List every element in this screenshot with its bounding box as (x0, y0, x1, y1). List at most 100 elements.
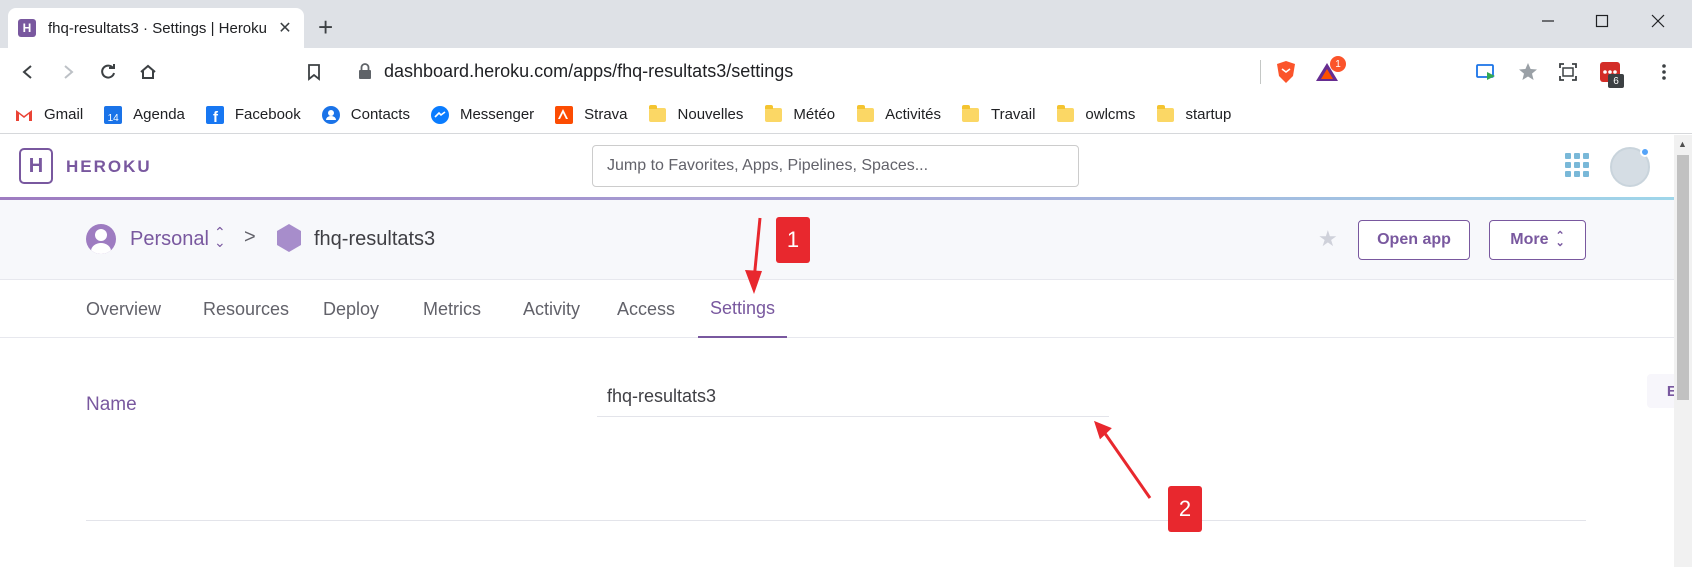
breadcrumb-app-name: fhq-resultats3 (314, 228, 436, 250)
back-icon[interactable] (14, 58, 42, 86)
chevron-updown-icon: ⌃ ⌄ (1555, 230, 1565, 249)
tab-activity[interactable]: Activity (523, 280, 580, 338)
url-text: dashboard.heroku.com/apps/fhq-resultats3… (384, 61, 794, 81)
browser-menu-icon[interactable] (1650, 58, 1678, 86)
bookmark-agenda[interactable]: 14 Agenda (103, 105, 185, 125)
heroku-logo-icon[interactable]: H (19, 148, 53, 184)
extension-badge: 6 (1608, 74, 1624, 88)
bookmark-label: Agenda (133, 106, 185, 123)
tab-close-icon[interactable]: ✕ (276, 18, 294, 38)
section-divider (86, 520, 1586, 521)
strava-icon (554, 105, 574, 125)
reload-icon[interactable] (94, 58, 122, 86)
bookmark-strava[interactable]: Strava (554, 105, 628, 125)
more-button[interactable]: More ⌃ ⌄ (1489, 220, 1586, 260)
edit-name-button[interactable]: Edit (1647, 374, 1674, 408)
favorite-star-icon[interactable]: ★ (1318, 226, 1338, 252)
heroku-wordmark[interactable]: HEROKU (66, 157, 152, 177)
annotation-callout-2: 2 (1168, 486, 1202, 532)
bookmark-owlcms[interactable]: owlcms (1055, 104, 1136, 125)
bookmark-label: startup (1185, 106, 1232, 123)
bookmark-label: Travail (990, 106, 1036, 123)
scroll-thumb[interactable] (1677, 155, 1689, 400)
bookmarks-bar: Gmail 14 Agenda f Facebook Contacts Messenger S… (0, 96, 1692, 134)
folder-icon (855, 104, 875, 125)
star-bookmark-icon[interactable] (1514, 58, 1542, 86)
app-tabs: Overview Resources Deploy Metrics Activity Ac… (0, 280, 1674, 338)
breadcrumb-separator: > (244, 226, 256, 248)
rewards-badge: 1 (1330, 56, 1346, 72)
messenger-icon (430, 105, 450, 125)
breadcrumb-team[interactable]: Personal (130, 228, 209, 251)
heroku-favicon-icon: H (18, 19, 36, 37)
cast-extension-icon[interactable] (1472, 58, 1500, 86)
forward-icon[interactable] (54, 58, 82, 86)
browser-toolbar: dashboard.heroku.com/apps/fhq-resultats3… (0, 48, 1692, 96)
bookmark-label: Activités (885, 106, 941, 123)
bookmark-startup[interactable]: startup (1155, 104, 1232, 125)
window-close-icon[interactable] (1640, 8, 1676, 34)
tab-title: fhq-resultats3 · Settings | Heroku (48, 19, 267, 37)
maximize-icon[interactable] (1584, 8, 1620, 34)
browser-tab[interactable]: H fhq-resultats3 · Settings | Heroku ✕ (8, 8, 304, 48)
tab-overview[interactable]: Overview (86, 280, 161, 338)
bookmark-messenger[interactable]: Messenger (430, 105, 534, 125)
jump-search-input[interactable] (592, 145, 1079, 187)
folder-icon (763, 104, 783, 125)
bookmark-contacts[interactable]: Contacts (321, 105, 410, 125)
bookmark-label: Strava (584, 106, 628, 123)
lock-icon (356, 62, 374, 80)
bookmark-travail[interactable]: Travail (961, 104, 1036, 125)
gmail-icon (14, 105, 34, 125)
apps-grid-icon[interactable] (1565, 153, 1589, 177)
calendar-icon: 14 (103, 105, 123, 125)
bookmark-meteo[interactable]: Météo (763, 104, 836, 125)
annotation-callout-1: 1 (776, 217, 810, 263)
name-label: Name (86, 394, 137, 415)
bookmark-page-icon[interactable] (300, 58, 328, 86)
address-bar[interactable]: dashboard.heroku.com/apps/fhq-resultats3… (342, 54, 1350, 88)
home-icon[interactable] (134, 58, 162, 86)
bookmark-label: Météo (793, 106, 836, 123)
open-app-button[interactable]: Open app (1358, 220, 1470, 260)
tab-settings[interactable]: Settings (698, 280, 788, 338)
brave-shields-icon[interactable] (1272, 58, 1300, 86)
heroku-header: H HEROKU (0, 135, 1674, 199)
bookmark-label: Nouvelles (677, 106, 744, 123)
bookmark-label: Facebook (234, 106, 301, 123)
bookmark-facebook[interactable]: f Facebook (205, 105, 301, 125)
tab-resources[interactable]: Resources (203, 280, 289, 338)
screenshot-extension-icon[interactable] (1554, 58, 1582, 86)
tab-deploy[interactable]: Deploy (323, 280, 379, 338)
scroll-up-icon[interactable]: ▲ (1678, 139, 1687, 149)
bookmark-nouvelles[interactable]: Nouvelles (648, 104, 744, 125)
bookmark-label: Messenger (459, 106, 535, 123)
page-viewport: H HEROKU Personal ⌃⌄ > fhq-resultats3 ★ … (0, 135, 1674, 567)
new-tab-icon[interactable]: + (318, 14, 333, 40)
bookmark-activites[interactable]: Activités (855, 104, 941, 125)
bookmark-gmail[interactable]: Gmail (14, 105, 83, 125)
tab-access[interactable]: Access (617, 280, 675, 338)
page-scrollbar[interactable]: ▲ (1674, 135, 1692, 567)
folder-icon (1155, 104, 1175, 125)
name-field: fhq-resultats3 Edit (597, 371, 1674, 417)
app-name-value: fhq-resultats3 (607, 386, 717, 406)
bookmark-label: owlcms (1085, 106, 1136, 123)
notification-dot (1640, 147, 1650, 157)
tab-metrics[interactable]: Metrics (423, 280, 481, 338)
personal-account-icon[interactable] (86, 224, 116, 254)
browser-tab-strip: H fhq-resultats3 · Settings | Heroku ✕ + (0, 0, 1692, 48)
bookmark-label: Gmail (44, 106, 84, 123)
contacts-icon (321, 105, 341, 125)
more-button-label: More (1510, 231, 1549, 248)
bookmark-label: Contacts (350, 106, 410, 123)
minimize-icon[interactable] (1530, 8, 1566, 34)
breadcrumb: Personal ⌃ ⌄ > fhq-resultats3 ★ Open app … (0, 200, 1674, 280)
folder-icon (961, 104, 981, 125)
team-switcher-icon[interactable]: ⌃ ⌄ (214, 225, 226, 249)
folder-icon (648, 104, 668, 125)
facebook-icon: f (205, 105, 225, 125)
omnibox-divider (1260, 60, 1261, 84)
app-hexagon-icon (276, 223, 302, 253)
folder-icon (1055, 104, 1075, 125)
